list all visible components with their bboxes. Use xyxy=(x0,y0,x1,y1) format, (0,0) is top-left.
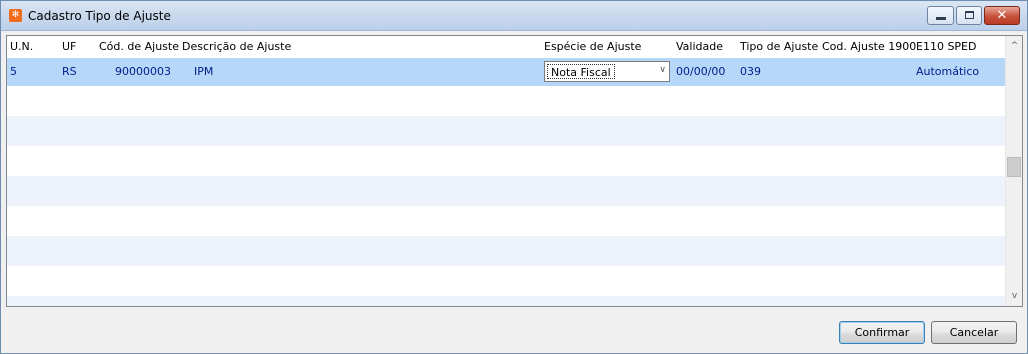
cell-validade: 00/00/00 xyxy=(676,65,726,78)
window-title: Cadastro Tipo de Ajuste xyxy=(28,9,171,23)
cancel-button[interactable]: Cancelar xyxy=(931,321,1017,344)
column-header-especie[interactable]: Espécie de Ajuste xyxy=(544,40,641,53)
cell-uf: RS xyxy=(62,65,77,78)
cell-un: 5 xyxy=(10,65,17,78)
column-header-e110-sped[interactable]: E110 SPED xyxy=(916,40,976,53)
empty-row xyxy=(7,296,1005,306)
title-bar[interactable]: ✻ Cadastro Tipo de Ajuste ✕ xyxy=(1,1,1027,31)
table-row-selected[interactable]: 5 RS 90000003 IPM Nota Fiscal ∨ 00/00/00… xyxy=(7,58,1005,86)
minimize-icon xyxy=(936,17,946,20)
column-header-cod-ajuste[interactable]: Cód. de Ajuste xyxy=(99,40,179,53)
scroll-thumb[interactable] xyxy=(1007,157,1021,177)
column-header-validade[interactable]: Validade xyxy=(676,40,723,53)
grid-header: U.N. UF Cód. de Ajuste Descrição de Ajus… xyxy=(7,36,1005,58)
confirm-button[interactable]: Confirmar xyxy=(839,321,925,344)
column-header-tipo-ajuste[interactable]: Tipo de Ajuste xyxy=(740,40,818,53)
cell-descricao: IPM xyxy=(194,65,214,78)
maximize-icon xyxy=(965,11,974,19)
column-header-cod-ajuste-1900[interactable]: Cod. Ajuste 1900 xyxy=(822,40,916,53)
scroll-up-icon[interactable]: ^ xyxy=(1006,38,1022,55)
app-icon: ✻ xyxy=(9,9,22,22)
empty-row xyxy=(7,176,1005,206)
empty-row xyxy=(7,86,1005,116)
empty-row xyxy=(7,146,1005,176)
empty-row xyxy=(7,116,1005,146)
maximize-button[interactable] xyxy=(956,6,982,25)
especie-ajuste-select[interactable]: Nota Fiscal ∨ xyxy=(544,61,670,82)
cell-cod-ajuste: 90000003 xyxy=(115,65,171,78)
column-header-descricao[interactable]: Descrição de Ajuste xyxy=(182,40,291,53)
scroll-down-icon[interactable]: v xyxy=(1006,288,1022,305)
cadastro-tipo-ajuste-window: ✻ Cadastro Tipo de Ajuste ✕ U.N. UF Cód.… xyxy=(0,0,1028,354)
especie-ajuste-value: Nota Fiscal xyxy=(547,64,615,79)
empty-row xyxy=(7,236,1005,266)
column-header-uf[interactable]: UF xyxy=(62,40,76,53)
vertical-scrollbar[interactable]: ^ v xyxy=(1005,36,1022,306)
cell-e110-sped: Automático xyxy=(916,65,980,78)
empty-row xyxy=(7,266,1005,296)
empty-row xyxy=(7,206,1005,236)
minimize-button[interactable] xyxy=(927,6,954,25)
ajuste-grid: U.N. UF Cód. de Ajuste Descrição de Ajus… xyxy=(6,35,1023,307)
cell-tipo-ajuste: 039 xyxy=(740,65,761,78)
chevron-down-icon[interactable]: ∨ xyxy=(659,65,666,75)
column-header-un[interactable]: U.N. xyxy=(10,40,33,53)
close-button[interactable]: ✕ xyxy=(984,6,1020,25)
close-icon: ✕ xyxy=(996,8,1008,23)
